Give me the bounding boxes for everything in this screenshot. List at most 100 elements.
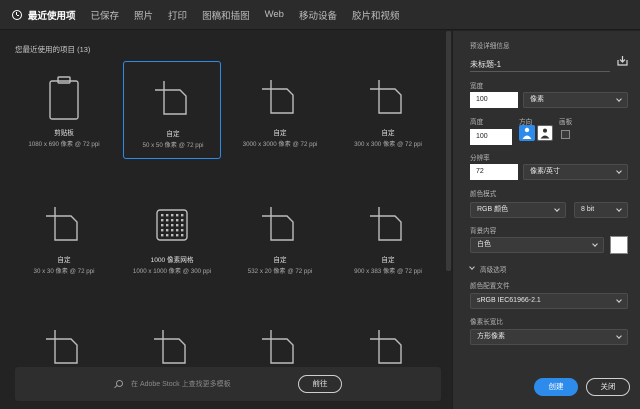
create-button[interactable]: 创建 bbox=[534, 378, 578, 396]
chevron-down-icon bbox=[616, 297, 622, 303]
preset-name: 自定 bbox=[273, 257, 287, 264]
resolution-label: 分辨率 bbox=[470, 155, 490, 162]
color-mode-label: 颜色模式 bbox=[470, 191, 497, 198]
document-icon bbox=[155, 81, 187, 115]
resolution-input[interactable]: 72 bbox=[470, 164, 518, 180]
preset-thumbnail bbox=[15, 188, 113, 258]
preset-thumbnail bbox=[124, 62, 222, 132]
chevron-down-icon[interactable] bbox=[469, 264, 475, 270]
chevron-down-icon bbox=[616, 333, 622, 339]
document-icon bbox=[262, 80, 294, 114]
bit-depth-value: 8 bit bbox=[581, 206, 595, 213]
preset-card[interactable]: 自定 30 x 30 像素 @ 72 ppi bbox=[15, 188, 113, 286]
background-color-swatch[interactable] bbox=[610, 236, 628, 254]
color-profile-select[interactable]: sRGB IEC61966-2.1 bbox=[470, 293, 628, 309]
scrollbar[interactable] bbox=[446, 31, 451, 271]
tab-saved[interactable]: 已保存 bbox=[91, 0, 120, 30]
background-label: 背景内容 bbox=[470, 228, 497, 235]
preset-thumbnail bbox=[123, 188, 221, 258]
color-profile-value: sRGB IEC61966-2.1 bbox=[477, 297, 541, 304]
chevron-down-icon bbox=[616, 96, 622, 102]
search-icon bbox=[116, 380, 123, 387]
preset-card[interactable]: 自定 532 x 20 像素 @ 72 ppi bbox=[231, 188, 329, 286]
chevron-down-icon bbox=[592, 241, 598, 247]
tab-bar: 最近使用项 已保存 照片 打印 图稿和插图 Web 移动设备 胶片和视频 bbox=[0, 0, 640, 30]
height-input[interactable]: 100 bbox=[470, 129, 512, 145]
portrait-orientation-button[interactable] bbox=[519, 125, 535, 141]
landscape-icon bbox=[540, 128, 550, 139]
pixel-aspect-value: 方形像素 bbox=[477, 333, 505, 340]
width-input[interactable]: 100 bbox=[470, 92, 518, 108]
document-name-field[interactable]: 未标题-1 bbox=[470, 59, 501, 70]
artboard-label: 画板 bbox=[559, 119, 573, 126]
name-underline bbox=[470, 71, 610, 72]
bit-depth-select[interactable]: 8 bit bbox=[574, 202, 628, 218]
save-preset-icon[interactable] bbox=[617, 55, 628, 66]
grid-icon bbox=[156, 209, 188, 241]
close-button[interactable]: 关闭 bbox=[586, 378, 630, 396]
preset-name: 1000 像素网格 bbox=[150, 257, 194, 264]
preset-card[interactable]: 自定 50 x 50 像素 @ 72 ppi bbox=[123, 61, 221, 159]
stock-search-input[interactable] bbox=[131, 376, 291, 392]
tab-print[interactable]: 打印 bbox=[168, 0, 187, 30]
stock-search-bar: 前往 bbox=[15, 367, 441, 401]
preset-name: 自定 bbox=[381, 257, 395, 264]
width-unit-select[interactable]: 像素 bbox=[523, 92, 628, 108]
preset-thumbnail bbox=[15, 61, 113, 131]
preset-dimensions: 50 x 50 像素 @ 72 ppi bbox=[142, 142, 204, 149]
landscape-orientation-button[interactable] bbox=[537, 125, 553, 141]
tab-photo[interactable]: 照片 bbox=[134, 0, 153, 30]
preset-details-panel: 预设详细信息 未标题-1 宽度 100 像素 高度 方向 画板 100 分辨率 … bbox=[452, 31, 640, 409]
preset-thumbnail bbox=[339, 188, 437, 258]
preset-thumbnail bbox=[231, 61, 329, 131]
preset-name: 自定 bbox=[273, 130, 287, 137]
preset-dimensions: 3000 x 3000 像素 @ 72 ppi bbox=[242, 141, 318, 148]
resolution-unit-value: 像素/英寸 bbox=[530, 168, 560, 175]
width-label: 宽度 bbox=[470, 83, 484, 90]
color-profile-label: 颜色配置文件 bbox=[470, 283, 510, 290]
clock-icon bbox=[12, 9, 22, 20]
preset-name: 自定 bbox=[166, 131, 180, 138]
preset-thumbnail bbox=[339, 61, 437, 131]
preset-dimensions: 30 x 30 像素 @ 72 ppi bbox=[33, 268, 95, 275]
resolution-unit-select[interactable]: 像素/英寸 bbox=[523, 164, 628, 180]
pixel-aspect-select[interactable]: 方形像素 bbox=[470, 329, 628, 345]
preset-name: 自定 bbox=[57, 257, 71, 264]
preset-details-header: 预设详细信息 bbox=[470, 43, 510, 50]
document-icon bbox=[370, 207, 402, 241]
chevron-down-icon bbox=[554, 206, 560, 212]
tab-label: 最近使用项 bbox=[28, 10, 76, 22]
preset-dimensions: 1080 x 690 像素 @ 72 ppi bbox=[28, 141, 100, 148]
preset-card[interactable]: 自定 300 x 300 像素 @ 72 ppi bbox=[339, 61, 437, 159]
tab-film-video[interactable]: 胶片和视频 bbox=[352, 0, 400, 30]
advanced-options-toggle[interactable]: 高级选项 bbox=[480, 264, 506, 274]
preset-card[interactable]: 自定 3000 x 3000 像素 @ 72 ppi bbox=[231, 61, 329, 159]
preset-dimensions: 900 x 383 像素 @ 72 ppi bbox=[354, 268, 422, 275]
background-value: 白色 bbox=[477, 241, 491, 248]
color-mode-select[interactable]: RGB 颜色 bbox=[470, 202, 566, 218]
go-button[interactable]: 前往 bbox=[298, 375, 342, 393]
background-select[interactable]: 白色 bbox=[470, 237, 604, 253]
preset-thumbnail bbox=[231, 188, 329, 258]
tab-recent[interactable]: 最近使用项 bbox=[12, 0, 76, 30]
pixel-aspect-label: 像素长宽比 bbox=[470, 319, 503, 326]
tab-art-illustration[interactable]: 图稿和插图 bbox=[202, 0, 250, 30]
width-unit-value: 像素 bbox=[530, 96, 544, 103]
recent-presets-panel: 您最近使用的项目 (13) 剪贴板 1080 x 690 像素 @ 72 ppi … bbox=[0, 31, 449, 409]
chevron-down-icon bbox=[616, 168, 622, 174]
preset-card[interactable]: 剪贴板 1080 x 690 像素 @ 72 ppi bbox=[15, 61, 113, 159]
clipboard-icon bbox=[49, 76, 79, 120]
color-mode-value: RGB 颜色 bbox=[477, 206, 509, 213]
preset-card[interactable]: 1000 像素网格 1000 x 1000 像素 @ 300 ppi bbox=[123, 188, 221, 286]
document-icon bbox=[262, 207, 294, 241]
artboard-checkbox[interactable] bbox=[561, 130, 570, 139]
preset-dimensions: 532 x 20 像素 @ 72 ppi bbox=[247, 268, 313, 275]
preset-name: 剪贴板 bbox=[54, 130, 74, 137]
preset-card[interactable]: 自定 900 x 383 像素 @ 72 ppi bbox=[339, 188, 437, 286]
preset-dimensions: 300 x 300 像素 @ 72 ppi bbox=[354, 141, 422, 148]
document-icon bbox=[46, 207, 78, 241]
recent-items-title: 您最近使用的项目 (13) bbox=[15, 45, 91, 54]
tab-web[interactable]: Web bbox=[265, 0, 284, 30]
tab-mobile[interactable]: 移动设备 bbox=[299, 0, 337, 30]
chevron-down-icon bbox=[616, 206, 622, 212]
